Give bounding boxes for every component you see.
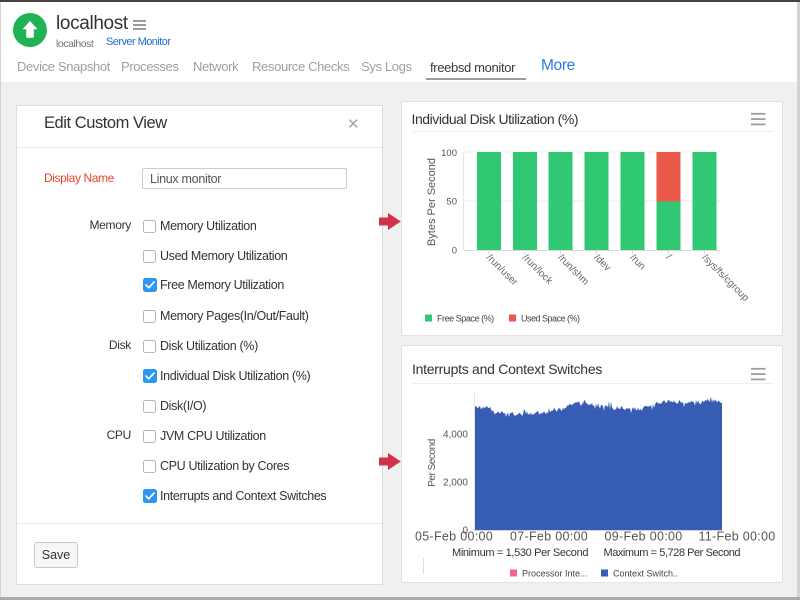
svg-text:Free Space (%): Free Space (%) [437,314,494,324]
svg-text:Used Space (%): Used Space (%) [521,314,580,324]
svg-text:/run/shm: /run/shm [555,252,590,287]
svg-text:/sys/fs/cgroup: /sys/fs/cgroup [699,252,751,304]
svg-text:/run/user: /run/user [484,252,520,288]
svg-text:/dev: /dev [591,252,612,273]
svg-text:100: 100 [441,148,457,159]
svg-text:Interrupts and Context Switche: Interrupts and Context Switches [412,361,602,377]
svg-text:Maximum = 5,728 Per Second: Maximum = 5,728 Per Second [604,547,741,559]
svg-text:Minimum = 1,530 Per Second: Minimum = 1,530 Per Second [452,547,588,559]
svg-text:09-Feb 00:00: 09-Feb 00:00 [605,530,683,544]
svg-text:/run: /run [627,252,647,272]
svg-text:/run/lock: /run/lock [520,252,555,287]
svg-text:07-Feb 00:00: 07-Feb 00:00 [510,530,588,544]
svg-text:05-Feb 00:00: 05-Feb 00:00 [415,530,493,544]
svg-text:4,000: 4,000 [443,430,468,441]
svg-text:/: / [663,252,673,262]
svg-text:2,000: 2,000 [443,478,468,489]
svg-text:11-Feb 00:00: 11-Feb 00:00 [698,530,775,544]
svg-text:Context Switch..: Context Switch.. [613,569,678,579]
svg-text:Individual Disk Utilization (%: Individual Disk Utilization (%) [412,111,579,127]
svg-text:Bytes Per Second: Bytes Per Second [426,158,438,246]
svg-text:50: 50 [446,197,457,208]
svg-text:Per Second: Per Second [427,439,438,487]
svg-text:0: 0 [452,246,457,257]
svg-text:Processor Inte...: Processor Inte... [522,569,588,579]
